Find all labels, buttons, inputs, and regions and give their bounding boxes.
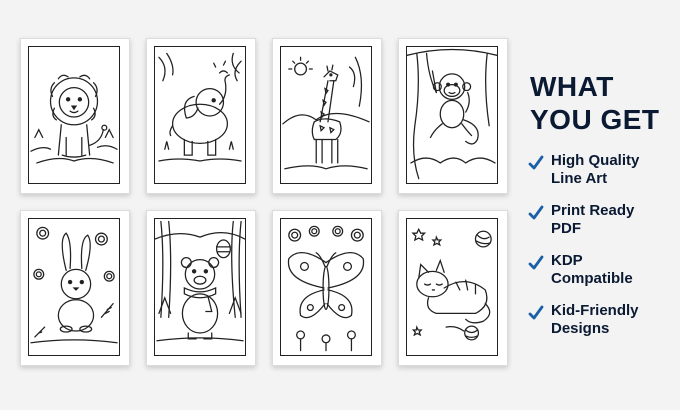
elephant-illustration <box>154 46 246 184</box>
coloring-page-butterfly <box>272 210 382 366</box>
coloring-page-bunny <box>20 210 130 366</box>
feature-item: Print Ready PDF <box>528 202 673 238</box>
headline-line-2: YOU GET <box>530 104 660 135</box>
feature-item: Kid-Friendly Designs <box>528 302 673 338</box>
checkmark-icon <box>528 255 544 270</box>
checkmark-icon <box>528 205 544 220</box>
what-you-get-panel: WHAT YOU GET High Quality Line Art Print… <box>528 70 673 352</box>
bear-illustration <box>154 218 246 356</box>
coloring-page-bear <box>146 210 256 366</box>
lion-illustration <box>28 46 120 184</box>
feature-line: Print Ready <box>551 202 635 219</box>
feature-line: Compatible <box>551 270 633 287</box>
feature-text: KDP Compatible <box>551 252 633 288</box>
giraffe-illustration <box>280 46 372 184</box>
feature-text: Kid-Friendly Designs <box>551 302 639 338</box>
checkmark-icon <box>528 305 544 320</box>
cat-illustration <box>406 218 498 356</box>
coloring-page-giraffe <box>272 38 382 194</box>
butterfly-illustration <box>280 218 372 356</box>
bunny-illustration <box>28 218 120 356</box>
feature-line: PDF <box>551 220 581 237</box>
feature-item: High Quality Line Art <box>528 152 673 188</box>
coloring-page-elephant <box>146 38 256 194</box>
coloring-page-lion <box>20 38 130 194</box>
feature-line: Designs <box>551 320 610 337</box>
checkmark-icon <box>528 155 544 170</box>
feature-line: High Quality <box>551 152 640 169</box>
feature-line: Kid-Friendly <box>551 302 639 319</box>
feature-text: High Quality Line Art <box>551 152 639 188</box>
headline: WHAT YOU GET <box>530 70 673 136</box>
feature-line: KDP <box>551 252 583 269</box>
feature-line: Line Art <box>551 170 608 187</box>
headline-line-1: WHAT <box>530 71 614 102</box>
coloring-page-monkey <box>398 38 508 194</box>
feature-item: KDP Compatible <box>528 252 673 288</box>
coloring-page-cat <box>398 210 508 366</box>
feature-text: Print Ready PDF <box>551 202 634 238</box>
monkey-illustration <box>406 46 498 184</box>
